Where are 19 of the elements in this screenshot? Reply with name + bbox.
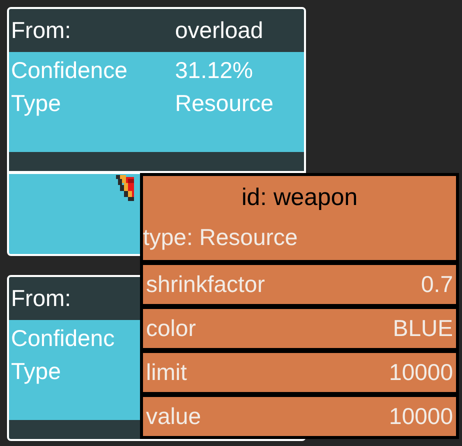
property-name: limit	[146, 358, 187, 388]
row-label: Type	[11, 89, 61, 118]
property-name: shrinkfactor	[146, 270, 265, 300]
tooltip-subtitle: type: Resource	[143, 222, 298, 252]
header-label: From:	[11, 284, 72, 314]
property-name: color	[146, 314, 196, 344]
property-value: 10000	[389, 358, 453, 388]
property-name: value	[146, 402, 201, 432]
row-value: Resource	[175, 89, 274, 118]
header-label: From:	[11, 16, 72, 46]
tooltip-title: id: weapon	[240, 183, 359, 213]
row-label: Type	[11, 357, 61, 386]
header-value: overload	[175, 16, 264, 46]
property-value: BLUE	[392, 314, 453, 344]
row-label: Confidenc	[11, 324, 115, 353]
property-value: 10000	[389, 402, 453, 432]
property-value: 0.7	[421, 270, 453, 300]
row-value: 31.12%	[175, 56, 254, 85]
row-label: Confidence	[11, 56, 128, 85]
